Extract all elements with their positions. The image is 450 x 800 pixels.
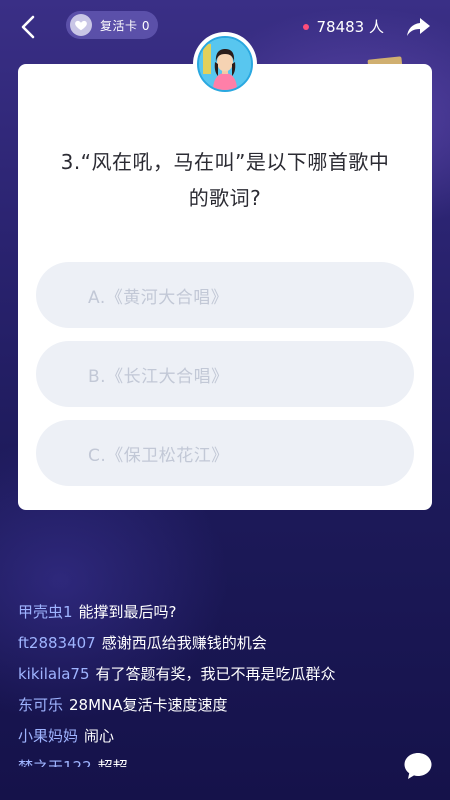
viewer-count: 78483 人 — [302, 16, 385, 37]
chat-feed: 甲壳虫1 能撑到最后吗? ft2883407 感谢西瓜给我赚钱的机会 kikilal… — [18, 598, 398, 770]
revive-card-badge[interactable]: 复活卡 0 — [66, 11, 158, 39]
share-button[interactable] — [404, 13, 432, 41]
chat-username: 甲壳虫1 — [18, 603, 73, 621]
back-button[interactable] — [14, 12, 44, 42]
host-avatar-image — [197, 36, 253, 92]
chat-text: 闹心 — [84, 727, 115, 745]
answer-option-c[interactable]: C.《保卫松花江》 — [36, 420, 414, 486]
chat-username: 东可乐 — [18, 696, 64, 714]
revive-card-label: 复活卡 0 — [100, 18, 150, 33]
chat-username: kikilala75 — [18, 665, 90, 683]
chat-message: ft2883407 感谢西瓜给我赚钱的机会 — [18, 629, 398, 657]
comment-bubble-icon — [404, 753, 432, 779]
chat-username: 小果妈妈 — [18, 727, 79, 745]
live-dot-icon — [302, 23, 309, 30]
chat-text: 超超 — [97, 758, 128, 767]
viewer-count-text: 78483 人 — [316, 18, 385, 36]
answer-option-b[interactable]: B.《长江大合唱》 — [36, 341, 414, 407]
question-card: 3.“风在吼，马在叫”是以下哪首歌中的歌词? A.《黄河大合唱》 B.《长江大合… — [18, 64, 432, 510]
question-text: 3.“风在吼，马在叫”是以下哪首歌中的歌词? — [60, 150, 390, 210]
share-arrow-icon — [407, 18, 430, 36]
heart-icon — [70, 14, 92, 36]
answer-option-a[interactable]: A.《黄河大合唱》 — [36, 262, 414, 328]
chat-message: 东可乐 28MNA复活卡速度速度 — [18, 691, 398, 719]
chat-text: 有了答题有奖，我已不再是吃瓜群众 — [95, 665, 336, 683]
host-avatar — [193, 32, 257, 96]
comment-button[interactable] — [402, 750, 434, 782]
chat-text: 能撑到最后吗? — [78, 603, 177, 621]
chat-message: kikilala75 有了答题有奖，我已不再是吃瓜群众 — [18, 660, 398, 688]
chat-text: 感谢西瓜给我赚钱的机会 — [101, 634, 267, 652]
chat-text: 28MNA复活卡速度速度 — [69, 696, 228, 714]
chat-message: 梦之天122 超超 — [18, 753, 398, 767]
chat-username: ft2883407 — [18, 634, 96, 652]
chat-message: 小果妈妈 闹心 — [18, 722, 398, 750]
chat-message: 甲壳虫1 能撑到最后吗? — [18, 598, 398, 626]
chat-username: 梦之天122 — [18, 758, 92, 767]
chevron-left-icon — [21, 15, 35, 39]
